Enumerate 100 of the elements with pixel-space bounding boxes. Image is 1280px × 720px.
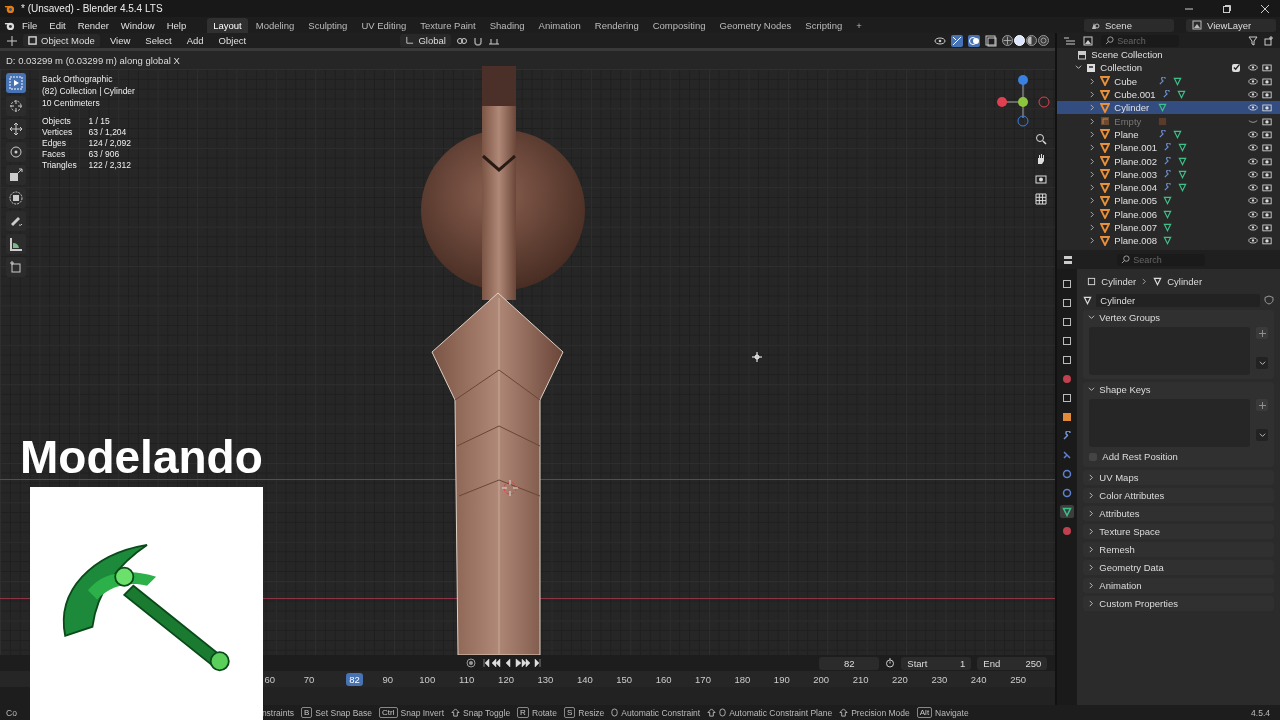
camera-icon[interactable] — [1262, 196, 1272, 206]
current-frame-field[interactable]: 82 — [819, 656, 880, 670]
navigation-gizmo[interactable] — [994, 75, 1052, 127]
view-layer-selector[interactable]: ViewLayer — [1186, 18, 1276, 32]
outliner-item[interactable]: Cylinder — [1114, 102, 1153, 114]
workspace-tab[interactable]: Sculpting — [302, 17, 354, 33]
camera-icon[interactable] — [1262, 103, 1272, 113]
panel-header[interactable]: Animation — [1083, 578, 1274, 593]
workspace-tab[interactable]: Modeling — [249, 17, 301, 33]
workspace-tab[interactable]: UV Editing — [355, 17, 413, 33]
camera-icon[interactable] — [1262, 116, 1272, 126]
mode-dropdown[interactable]: Object Mode — [23, 34, 100, 47]
panel-header[interactable]: Shape Keys — [1083, 382, 1274, 397]
outliner-item[interactable]: Collection — [1100, 62, 1145, 74]
wrench-icon[interactable] — [1163, 156, 1173, 166]
eye-icon[interactable] — [1248, 156, 1258, 166]
solid-shading-button[interactable] — [1014, 35, 1026, 46]
search-field[interactable]: Search — [1101, 34, 1180, 47]
outliner-item[interactable]: Plane.002 — [1114, 155, 1158, 167]
exclude-checkbox[interactable] — [1232, 63, 1240, 72]
camera-icon[interactable] — [1262, 129, 1272, 139]
orientation-dropdown[interactable]: Global — [400, 34, 451, 47]
eye-icon[interactable] — [1248, 76, 1258, 86]
wrench-icon[interactable] — [1163, 169, 1173, 179]
transform-tool[interactable] — [6, 188, 26, 208]
cursor-tool[interactable] — [6, 96, 26, 116]
camera-icon[interactable] — [1035, 173, 1047, 185]
workspace-tab[interactable]: Animation — [532, 17, 587, 33]
panel-header[interactable]: UV Maps — [1083, 470, 1274, 485]
panel-header[interactable]: Geometry Data — [1083, 560, 1274, 575]
outliner-item[interactable]: Plane.008 — [1114, 235, 1158, 247]
camera-icon[interactable] — [1262, 183, 1272, 193]
outliner-item[interactable]: Plane.006 — [1114, 208, 1158, 220]
scene-selector[interactable]: Scene — [1084, 18, 1174, 32]
workspace-tab[interactable]: Geometry Nodes — [713, 17, 798, 33]
grid-icon[interactable] — [1035, 193, 1047, 205]
transform-gizmo-icon[interactable] — [6, 34, 18, 47]
record-icon[interactable] — [466, 658, 476, 668]
workspace-tab[interactable]: Compositing — [646, 17, 712, 33]
add-cube-tool[interactable] — [6, 257, 26, 277]
menu-item[interactable]: View — [104, 34, 136, 47]
search-field[interactable]: Search — [1117, 253, 1206, 266]
workspace-tab[interactable]: Shading — [483, 17, 531, 33]
eye-icon[interactable] — [1248, 196, 1258, 206]
mesh-data-icon[interactable] — [1083, 295, 1093, 305]
hand-icon[interactable] — [1035, 153, 1047, 165]
eye-icon[interactable] — [1248, 143, 1258, 153]
playback-controls[interactable] — [482, 658, 542, 668]
measure-tool[interactable] — [6, 234, 26, 254]
annotate-tool[interactable] — [6, 211, 26, 231]
eye-icon[interactable] — [1248, 90, 1258, 100]
select-box-tool[interactable] — [6, 73, 26, 93]
outliner-item[interactable]: Plane.001 — [1114, 142, 1158, 154]
menu-item[interactable]: Add — [181, 34, 209, 47]
search-input[interactable]: Search — [1133, 254, 1202, 265]
image-icon[interactable] — [1083, 35, 1096, 46]
outliner-item[interactable]: Cube.001 — [1114, 89, 1156, 101]
rendered-shading-button[interactable] — [1038, 35, 1050, 46]
add-icon[interactable] — [1256, 399, 1268, 411]
search-input[interactable]: Search — [1117, 35, 1176, 46]
start-frame-field[interactable]: Start 1 — [901, 656, 972, 670]
menu-item[interactable]: File — [17, 18, 43, 32]
add-icon[interactable] — [1256, 327, 1268, 339]
outliner-item[interactable]: Plane.004 — [1114, 182, 1158, 194]
menu-item[interactable]: Select — [140, 34, 177, 47]
eye-icon[interactable] — [1248, 129, 1258, 139]
data-tab[interactable] — [1060, 505, 1075, 518]
mesh-name-field[interactable]: Cylinder — [1096, 293, 1260, 307]
outliner-item[interactable]: Scene Collection — [1091, 49, 1163, 61]
menu-item[interactable]: Help — [161, 18, 192, 32]
panel-header[interactable]: Color Attributes — [1083, 488, 1274, 503]
eye-icon[interactable] — [1248, 103, 1258, 113]
camera-icon[interactable] — [1262, 90, 1272, 100]
eye-icon[interactable] — [1248, 183, 1258, 193]
camera-icon[interactable] — [1262, 143, 1272, 153]
rotate-tool[interactable] — [6, 142, 26, 162]
wrench-icon[interactable] — [1163, 143, 1173, 153]
camera-icon[interactable] — [1262, 169, 1272, 179]
menu-item[interactable]: Edit — [44, 18, 71, 32]
menu-item[interactable]: Window — [115, 18, 160, 32]
panel-header[interactable]: Remesh — [1083, 542, 1274, 557]
display-mode-icon[interactable] — [1063, 35, 1078, 46]
outliner-item[interactable]: Plane.005 — [1114, 195, 1158, 207]
panel-header[interactable]: Attributes — [1083, 506, 1274, 521]
menu-item[interactable]: Render — [72, 18, 114, 32]
workspace-tab[interactable]: Scripting — [799, 17, 849, 33]
panel-header[interactable]: Custom Properties — [1083, 596, 1274, 611]
camera-icon[interactable] — [1262, 236, 1272, 246]
overlay-toggle-icon[interactable] — [968, 34, 981, 47]
dropdown-icon[interactable] — [1256, 357, 1268, 369]
zoom-icon[interactable] — [1035, 133, 1047, 145]
camera-icon[interactable] — [1262, 209, 1272, 219]
shield-icon[interactable] — [1264, 295, 1274, 305]
end-frame-field[interactable]: End 250 — [977, 656, 1048, 670]
stopwatch-icon[interactable] — [885, 658, 896, 668]
wrench-icon[interactable] — [1158, 129, 1168, 139]
close-icon[interactable] — [1260, 3, 1270, 14]
wrench-icon[interactable] — [1161, 90, 1171, 100]
wrench-icon[interactable] — [1158, 76, 1168, 86]
outliner-item[interactable]: Plane.007 — [1114, 222, 1158, 233]
